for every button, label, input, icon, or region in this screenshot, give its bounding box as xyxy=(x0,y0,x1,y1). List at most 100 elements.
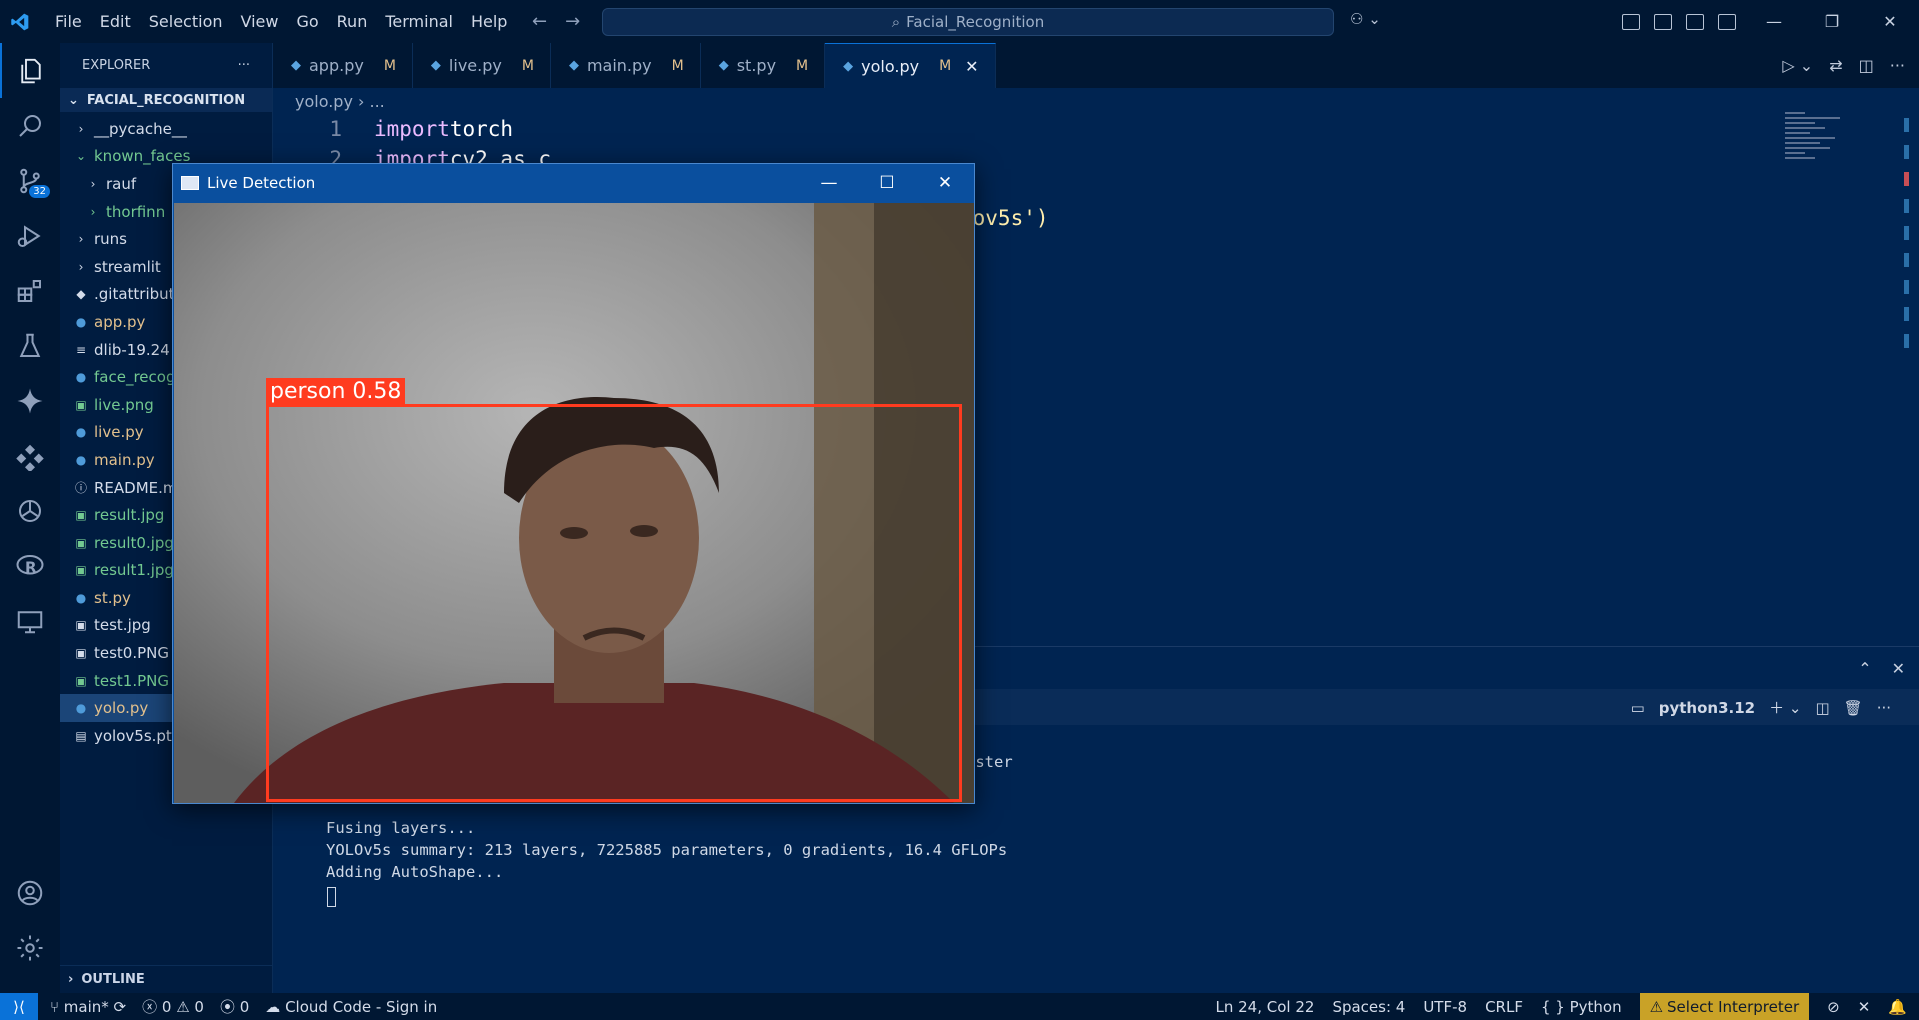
accounts-icon[interactable] xyxy=(0,865,60,920)
chevron-right-icon: › xyxy=(90,176,96,191)
file-type-icon: ▣ xyxy=(75,508,87,523)
file-type-icon: ▣ xyxy=(75,563,87,578)
explorer-icon[interactable] xyxy=(0,43,60,98)
notifications-bell-icon[interactable]: 🔔 xyxy=(1888,998,1907,1016)
minimap[interactable] xyxy=(1785,112,1855,172)
r-language-icon[interactable]: R xyxy=(0,538,60,593)
code-keyword: import xyxy=(374,117,450,141)
restore-icon[interactable]: ❐ xyxy=(1803,0,1861,43)
new-terminal-icon[interactable]: ＋ ⌄ xyxy=(1769,697,1801,718)
indentation[interactable]: Spaces: 4 xyxy=(1332,998,1405,1016)
nav-arrows: ← → xyxy=(532,0,580,43)
tree-item-label: main.py xyxy=(94,450,155,469)
gemini-icon[interactable] xyxy=(0,373,60,428)
customize-layout-icon[interactable] xyxy=(1718,13,1736,30)
toggle-secondary-sidebar-icon[interactable] xyxy=(1686,13,1704,30)
copilot-status-icon[interactable]: ⊘ xyxy=(1827,998,1840,1016)
menu-help[interactable]: Help xyxy=(462,0,516,43)
ports-count: 0 xyxy=(239,998,250,1016)
split-editor-icon[interactable]: ◫ xyxy=(1859,56,1874,75)
forward-arrow-icon[interactable]: → xyxy=(565,11,580,32)
detection-label: person 0.58 xyxy=(266,378,406,405)
explorer-more-icon[interactable]: ··· xyxy=(238,58,250,73)
minimize-icon[interactable]: — xyxy=(1745,0,1803,43)
menu-edit[interactable]: Edit xyxy=(91,0,140,43)
language-mode[interactable]: { } Python xyxy=(1541,998,1622,1016)
tree-item[interactable]: › __pycache__ xyxy=(60,115,272,143)
gemini-status-icon[interactable]: ✕ xyxy=(1858,998,1871,1016)
toggle-panel-icon[interactable] xyxy=(1654,13,1672,30)
testing-icon[interactable] xyxy=(0,318,60,373)
copilot-icon[interactable]: ⚇ ⌄ xyxy=(1350,10,1381,28)
ports-status[interactable]: ⦿ 0 xyxy=(220,996,249,1017)
split-terminal-icon[interactable]: ◫ xyxy=(1815,699,1829,717)
menu-run[interactable]: Run xyxy=(328,0,377,43)
minimize-icon[interactable]: — xyxy=(800,164,858,202)
tree-item-label: yolov5s.pt xyxy=(94,726,172,745)
file-type-icon: ● xyxy=(75,370,87,385)
cloud-code-status[interactable]: ☁ Cloud Code - Sign in xyxy=(265,998,437,1016)
more-actions-icon[interactable]: ··· xyxy=(1890,56,1905,75)
remote-explorer-icon[interactable] xyxy=(0,593,60,648)
file-type-icon: ▣ xyxy=(75,646,87,661)
terminal-icon: ▭ xyxy=(1630,698,1645,717)
problems-status[interactable]: ⓧ 0 ⚠ 0 xyxy=(142,996,204,1017)
select-interpreter-button[interactable]: ⚠ Select Interpreter xyxy=(1639,993,1810,1020)
close-panel-icon[interactable]: ✕ xyxy=(1892,659,1905,678)
tab-label: main.py xyxy=(586,56,652,75)
chevron-down-icon: ⌄ xyxy=(75,149,87,164)
maximize-panel-icon[interactable]: ⌃ xyxy=(1858,659,1871,678)
search-icon[interactable] xyxy=(0,98,60,153)
tab-main-py[interactable]: ◆ main.py M xyxy=(551,43,701,88)
menu-view[interactable]: View xyxy=(232,0,288,43)
file-type-icon: ▣ xyxy=(75,618,87,633)
command-center[interactable]: ⌕ Facial_Recognition xyxy=(602,8,1334,36)
tree-item-label: result.jpg xyxy=(94,506,165,525)
chevron-right-icon: › xyxy=(90,204,96,219)
live-window-title: Live Detection xyxy=(207,174,316,192)
tab-yolo-py[interactable]: ◆ yolo.py M ✕ xyxy=(825,43,996,88)
terminal-cursor[interactable] xyxy=(327,887,336,907)
maximize-icon[interactable]: ☐ xyxy=(858,164,916,202)
language-label: Python xyxy=(1569,997,1622,1016)
manage-gear-icon[interactable] xyxy=(0,920,60,975)
compare-changes-icon[interactable]: ⇄ xyxy=(1829,56,1842,75)
run-debug-icon[interactable] xyxy=(0,208,60,263)
menu-selection[interactable]: Selection xyxy=(140,0,232,43)
close-icon[interactable]: ✕ xyxy=(1861,0,1919,43)
back-arrow-icon[interactable]: ← xyxy=(532,11,547,32)
close-icon[interactable]: ✕ xyxy=(916,164,974,202)
workspace-folder[interactable]: ⌄ FACIAL_RECOGNITION xyxy=(60,88,272,112)
close-tab-icon[interactable]: ✕ xyxy=(965,57,978,76)
source-control-icon[interactable]: 32 xyxy=(0,153,60,208)
terminal-more-icon[interactable]: ··· xyxy=(1877,699,1891,717)
outline-section[interactable]: › OUTLINE xyxy=(60,965,272,993)
kill-terminal-icon[interactable]: 🗑 xyxy=(1844,699,1863,717)
file-type-icon: ◆ xyxy=(76,287,86,302)
chevron-right-icon: › xyxy=(68,972,74,987)
problems-errors: 0 xyxy=(161,998,172,1016)
menu-file[interactable]: File xyxy=(46,0,91,43)
cloud-code-icon[interactable] xyxy=(0,428,60,483)
run-python-icon[interactable]: ▷ ⌄ xyxy=(1782,56,1813,75)
remote-indicator-icon[interactable]: ⟩⟨ xyxy=(0,993,38,1020)
tab-st-py[interactable]: ◆ st.py M xyxy=(701,43,826,88)
menu-terminal[interactable]: Terminal xyxy=(376,0,462,43)
tab-app-py[interactable]: ◆ app.py M xyxy=(273,43,413,88)
breadcrumb[interactable]: yolo.py › ... xyxy=(295,92,385,111)
live-detection-window[interactable]: Live Detection — ☐ ✕ person 0.58 xyxy=(172,163,975,804)
terminal-name[interactable]: python3.12 xyxy=(1659,699,1755,717)
toggle-sidebar-icon[interactable] xyxy=(1622,13,1640,30)
cursor-position[interactable]: Ln 24, Col 22 xyxy=(1216,998,1315,1016)
explorer-title: EXPLORER xyxy=(82,58,151,73)
line-ending[interactable]: CRLF xyxy=(1485,998,1523,1016)
encoding[interactable]: UTF-8 xyxy=(1423,998,1467,1016)
extensions-icon[interactable] xyxy=(0,263,60,318)
tab-live-py[interactable]: ◆ live.py M xyxy=(413,43,551,88)
branch-status[interactable]: ⑂ main* ⟳ xyxy=(50,998,126,1016)
tab-label: live.py xyxy=(448,56,502,75)
scm-badge: 32 xyxy=(29,185,50,198)
menu-go[interactable]: Go xyxy=(287,0,327,43)
search-icon: ⌕ xyxy=(891,13,901,31)
openai-icon[interactable] xyxy=(0,483,60,538)
